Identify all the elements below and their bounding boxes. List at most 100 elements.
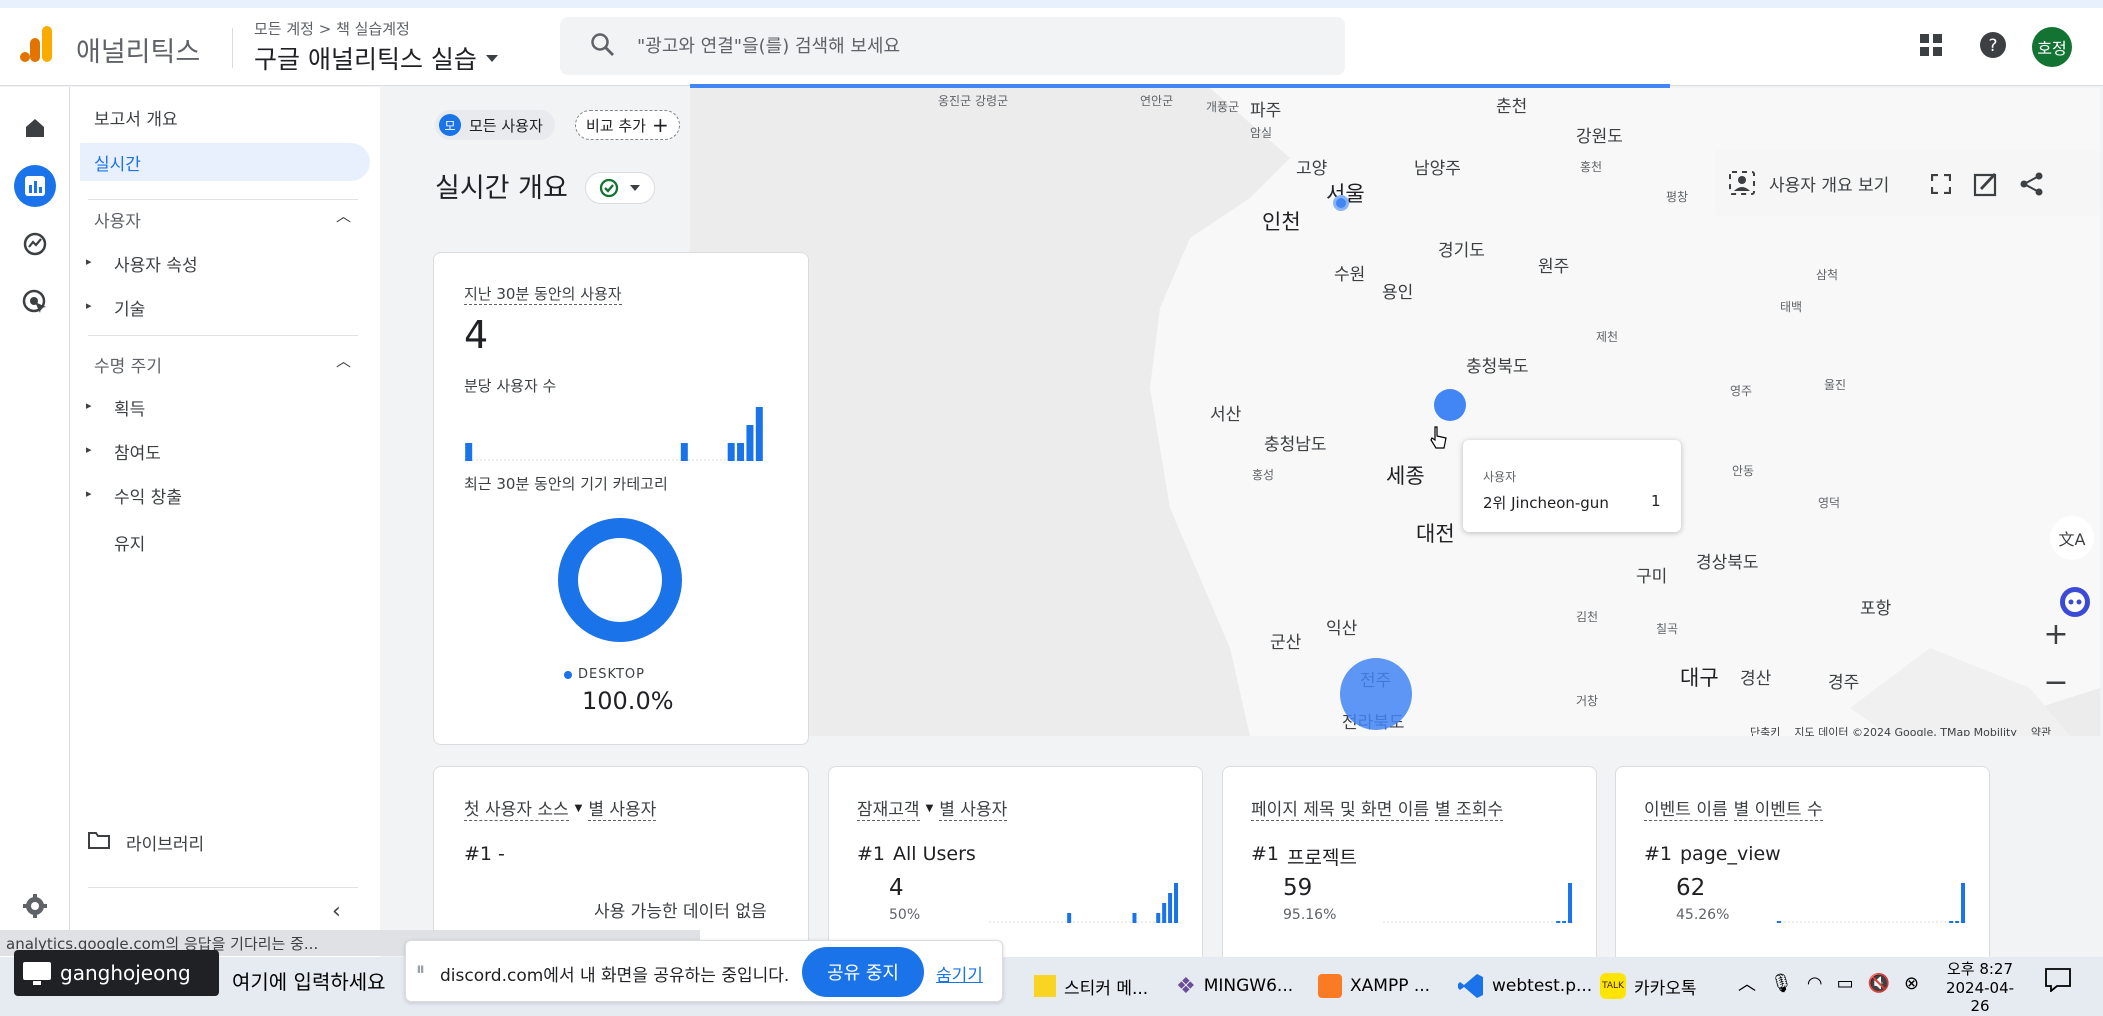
taskbar-app-vscode[interactable]: webtest.p... [1458,960,1592,1012]
settings-gear-icon[interactable] [14,885,56,927]
analytics-logo-icon[interactable] [20,26,54,66]
chart-bar[interactable] [1168,893,1173,923]
user-overview-button[interactable]: 사용자 개요 보기 [1769,171,1889,196]
map-shortcut-link[interactable]: 단축키 [1750,724,1780,736]
nav-item-engagement[interactable]: 참여도 [114,439,161,464]
chart-bar[interactable] [755,407,763,461]
dimension-selector[interactable]: 첫 사용자 소스 [464,795,569,821]
drag-handle-icon[interactable]: ⏸ [416,959,425,980]
taskbar-app-kakaotalk[interactable]: TALK 카카오톡 [1600,960,1697,1012]
chart-bar[interactable] [1067,913,1072,923]
close-circle-icon[interactable]: ⊗ [1904,973,1919,994]
chart-bar[interactable] [1156,913,1161,923]
chart-bar[interactable] [746,425,754,461]
taskbar-app-sticky-notes[interactable]: 스티커 메... [1034,960,1148,1012]
segment-badge: 모 [439,114,461,136]
chart-bar[interactable] [1955,921,1960,923]
dropdown-caret-icon[interactable]: ▼ [575,803,583,814]
sparkline-chart[interactable] [1776,879,1976,925]
breadcrumb[interactable]: 모든 계정 > 책 실습계정 [254,18,410,39]
nav-item-retention[interactable]: 유지 [114,530,145,555]
dimension-selector[interactable]: 잠재고객 [857,795,920,821]
screen-share-bar: ⏸ discord.com에서 내 화면을 공유하는 중입니다. 공유 중지 숨… [405,940,1003,1002]
chart-bar[interactable] [1162,903,1167,923]
chart-bar[interactable] [1174,883,1179,923]
sparkline-chart[interactable] [989,879,1189,925]
advertising-icon[interactable] [14,281,56,323]
nav-item-library[interactable]: 라이브러리 [126,830,204,855]
chart-bar[interactable] [1961,883,1966,923]
segment-chip-all-users[interactable]: 모 모든 사용자 [435,110,555,140]
explore-icon[interactable] [14,223,56,265]
taskbar-search-input[interactable]: 여기에 입력하세요 [232,966,386,995]
volume-muted-icon[interactable]: 🔇 [1868,973,1890,994]
property-selector[interactable]: 구글 애널리틱스 실습 [254,40,499,76]
add-comparison-button[interactable]: 비교 추가 + [575,110,680,140]
help-icon[interactable]: ? [1978,30,2008,64]
device-donut-chart[interactable] [558,518,688,648]
map-bubble-jincheon[interactable] [1434,389,1466,421]
caret-right-icon: ▸ [86,299,92,312]
report-nav: 보고서 개요 사용자 ︿ ▸ 사용자 속성 ▸ 기술 수명 주기 ︿ ▸ 획득 … [70,87,380,957]
map-bubble-jeonju[interactable] [1340,658,1412,730]
chart-bar[interactable] [1949,921,1954,923]
collapse-nav-icon[interactable]: ‹ [332,899,341,924]
donut-slice-desktop[interactable] [558,518,682,642]
map-place-label: 인천 [1262,210,1301,234]
screen-share-user-chip[interactable]: ganghojeong [14,950,219,996]
search-input[interactable]: "광고와 연결"을(를) 검색해 보세요 [637,32,900,58]
nav-item-user-attributes[interactable]: 사용자 속성 [114,251,198,276]
home-icon[interactable] [14,107,56,149]
nav-item-monetization[interactable]: 수익 창출 [114,483,182,508]
taskbar-clock[interactable]: 오후 8:27 2024-04-26 [1940,958,2020,1015]
chart-bar[interactable] [737,443,745,461]
nav-section-lifecycle[interactable]: 수명 주기 [94,352,162,377]
metric-value: 59 [1283,875,1313,901]
map-place-label: 충청남도 [1264,435,1327,455]
map-attribution: 지도 데이터 ©2024 Google, TMap Mobility [1794,726,2017,736]
taskbar-app-xampp[interactable]: XAMPP ... [1318,960,1430,1012]
zoom-out-button[interactable]: − [2034,660,2078,704]
caret-right-icon: ▸ [86,399,92,412]
dimension-label[interactable]: 페이지 제목 및 화면 이름 [1251,795,1430,821]
map-bubble-seoul[interactable] [1333,195,1349,211]
chart-bar[interactable] [727,443,735,461]
nav-item-tech[interactable]: 기술 [114,295,145,320]
translate-icon[interactable]: 文A [2050,516,2094,560]
reports-icon[interactable] [14,165,56,207]
stop-sharing-button[interactable]: 공유 중지 [802,947,924,997]
dropdown-caret-icon[interactable]: ▼ [926,803,934,814]
zoom-in-button[interactable]: + [2034,612,2078,656]
avatar[interactable]: 호정 [2032,27,2072,67]
nav-section-user[interactable]: 사용자 [94,207,141,232]
dimension-label[interactable]: 이벤트 이름 [1644,795,1728,821]
per-minute-chart[interactable] [464,403,784,513]
battery-icon[interactable]: ▭ [1837,973,1854,994]
nav-item-realtime-active[interactable]: 실시간 [80,143,370,181]
fullscreen-icon[interactable] [1931,174,1951,194]
sparkline-chart[interactable] [1383,879,1583,925]
chevron-up-icon[interactable]: ︿ [336,350,351,371]
nav-item-overview[interactable]: 보고서 개요 [94,105,178,130]
chart-bar[interactable] [680,443,688,461]
notification-icon[interactable] [2045,968,2071,996]
chevron-up-icon[interactable]: ︿ [1738,970,1756,996]
customize-report-icon[interactable] [1973,171,1999,197]
data-status-dropdown[interactable] [585,172,655,204]
chart-bar[interactable] [1562,921,1567,923]
microphone-icon[interactable]: 🎙 [1770,973,1793,994]
map-terms-link[interactable]: 약관 [2031,724,2051,736]
wifi-icon[interactable]: ◠ [1807,973,1823,994]
apps-grid-icon[interactable] [1920,34,1944,62]
chevron-up-icon[interactable]: ︿ [336,205,351,226]
chart-bar[interactable] [1776,921,1781,923]
users-30min-label[interactable]: 지난 30분 동안의 사용자 [464,283,622,305]
hide-share-bar-link[interactable]: 숨기기 [936,961,983,986]
chart-bar[interactable] [1556,921,1561,923]
chart-bar[interactable] [1568,883,1573,923]
nav-item-acquisition[interactable]: 획득 [114,395,145,420]
taskbar-app-mingw[interactable]: ❖ MINGW6... [1176,960,1293,1012]
chart-bar[interactable] [465,443,473,461]
chart-bar[interactable] [1132,913,1137,923]
share-icon[interactable] [2019,172,2045,196]
